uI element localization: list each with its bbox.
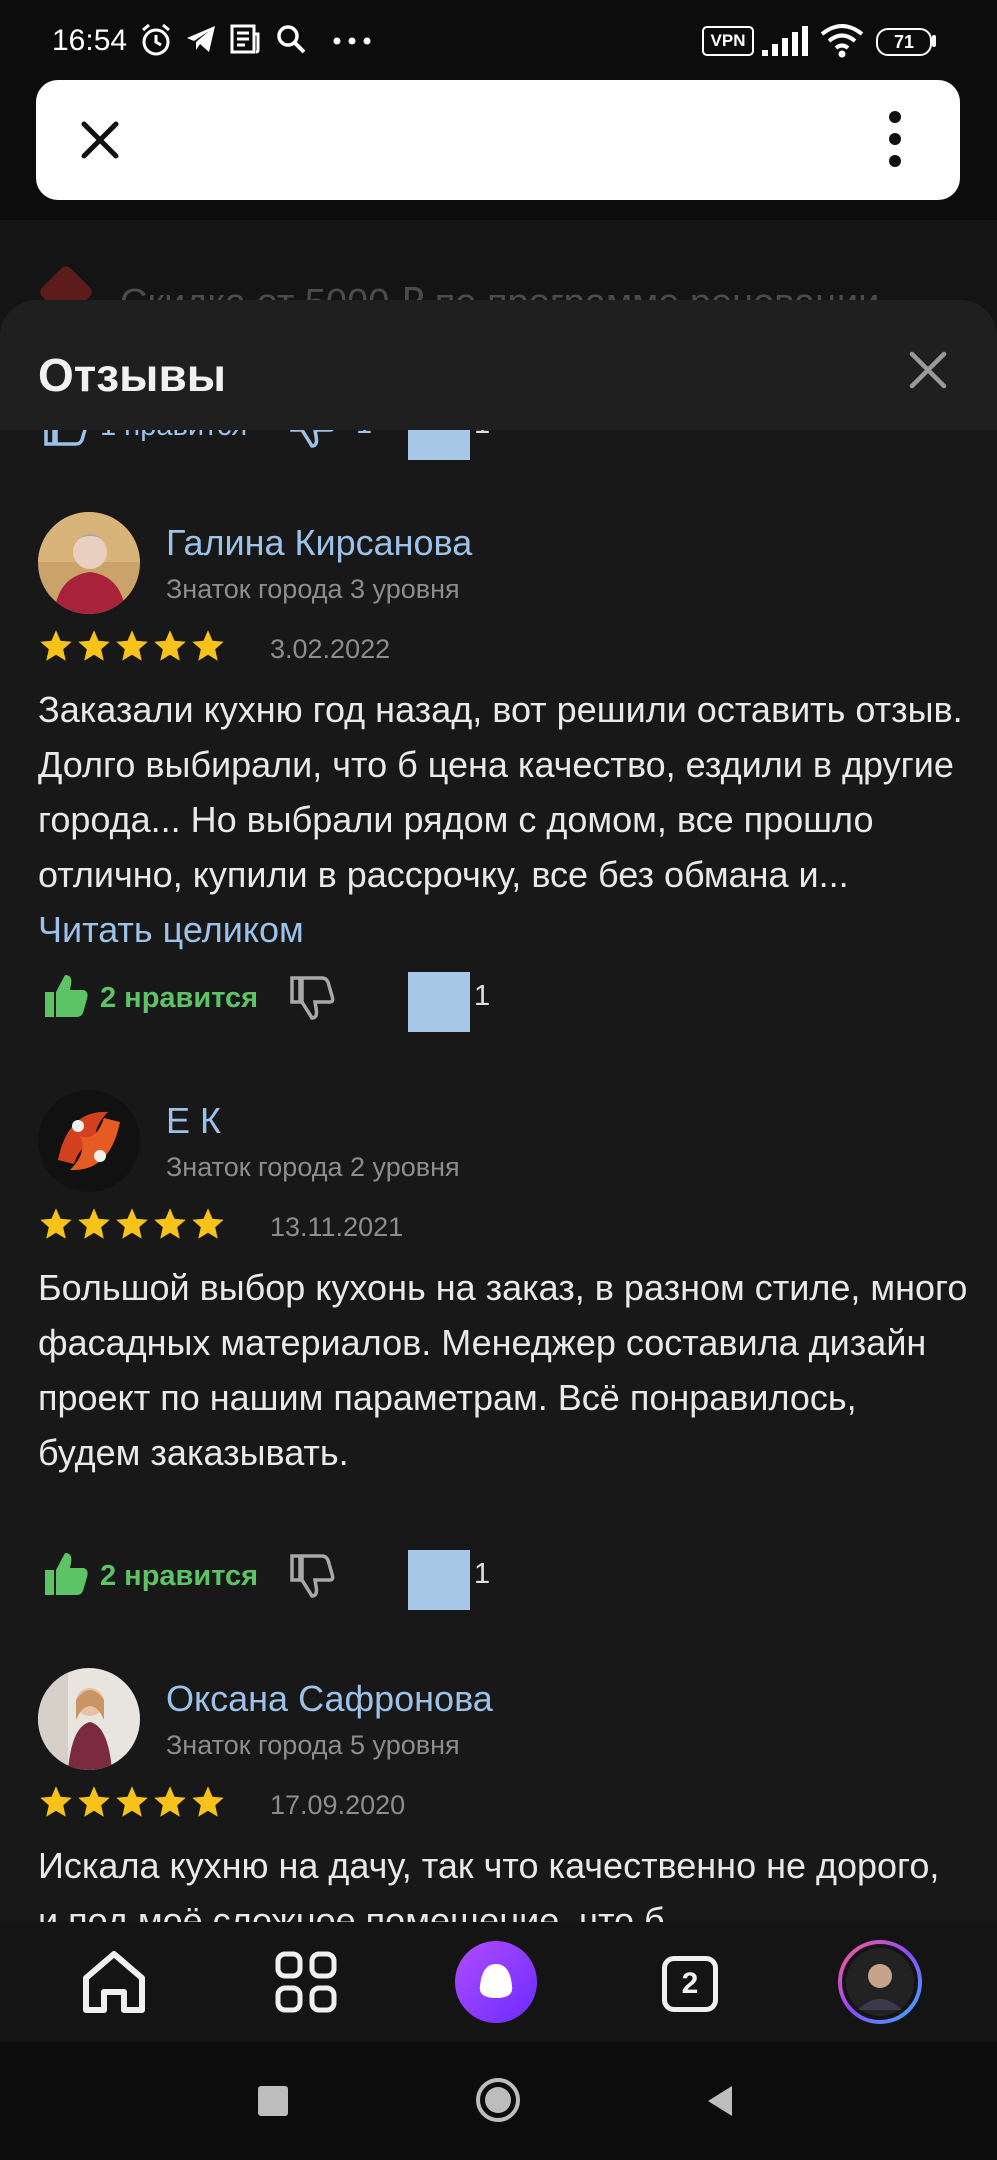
apps-grid-icon[interactable] [264,1940,348,2024]
like-count: 1 нравится [100,430,247,443]
star-icon [78,1208,110,1239]
review-author-level: Знаток города 5 уровня [166,1730,460,1760]
star-icon [78,1786,110,1817]
vpn-icon: VPN [702,26,754,56]
reviews-sheet: Отзывы 1 нравится 1 1 [0,300,997,1922]
status-time: 16:54 [52,24,128,57]
review-text: Большой выбор кухонь на заказ, в разном … [38,1267,968,1473]
close-icon[interactable] [80,120,120,160]
tabs-icon[interactable]: 2 [646,1940,730,2024]
like-icon[interactable] [42,972,90,1020]
like-count: 2 нравится [100,982,259,1014]
review-author[interactable]: Е К [166,1100,221,1142]
review-text: Заказали кухню год назад, вот решили ост… [38,682,968,957]
star-icon [154,630,186,661]
star-icon [78,630,110,661]
avatar[interactable] [38,1090,140,1192]
rating-stars [38,1206,226,1242]
news-icon [230,24,260,54]
star-icon [40,630,72,661]
home-button[interactable] [474,2076,522,2124]
profile-avatar-icon[interactable] [838,1940,922,2024]
like-count: 2 нравится [100,1560,259,1592]
dislike-icon[interactable] [288,1552,336,1600]
battery-tip [932,35,936,47]
dislike-icon[interactable] [288,430,336,450]
search-icon [277,25,306,54]
telegram-icon [187,26,215,52]
more-dots-icon [333,37,371,45]
signal-icon [762,26,808,56]
comment-icon[interactable] [408,430,470,460]
sheet-title: Отзывы [38,349,227,401]
alarm-icon [142,23,170,56]
review-author-level: Знаток города 3 уровня [166,574,460,604]
star-icon [192,1208,224,1239]
review-date: 13.11.2021 [270,1212,404,1242]
status-bar: 16:54 VPN 71 [0,0,997,80]
sheet-header: Отзывы [0,300,997,430]
star-icon [116,630,148,661]
reviews-list[interactable]: 1 нравится 1 1 Галина Кирсанова Знаток г… [0,430,997,1922]
alice-assistant-icon[interactable] [454,1940,538,2024]
star-icon [116,1786,148,1817]
like-icon[interactable] [42,1550,90,1598]
battery-icon: 71 [876,28,932,56]
star-icon [154,1786,186,1817]
rating-stars [38,1784,226,1820]
read-more-link[interactable]: Читать целиком [38,909,304,950]
star-icon [192,1786,224,1817]
comment-icon[interactable] [408,1550,470,1610]
comment-icon[interactable] [408,972,470,1032]
wifi-icon [820,24,864,58]
home-icon[interactable] [72,1940,156,2024]
review-actions-partial: 1 нравится 1 1 [38,430,938,460]
like-outline-icon[interactable] [42,430,90,448]
review-author-level: Знаток города 2 уровня [166,1152,460,1182]
review-text-body: Заказали кухню год назад, вот решили ост… [38,689,963,895]
review-actions: 2 нравится 1 [38,968,938,1032]
avatar[interactable] [38,1668,140,1770]
comment-count: 1 [474,430,490,441]
star-icon [40,1786,72,1817]
star-icon [116,1208,148,1239]
system-nav-bar [0,2042,997,2160]
browser-bottom-nav: 2 [0,1922,997,2042]
review-actions: 2 нравится 1 [38,1546,938,1610]
sheet-close-icon[interactable] [906,348,950,392]
comment-count: 1 [474,980,491,1012]
star-icon [154,1208,186,1239]
recents-button[interactable] [258,2086,288,2116]
tabs-count: 2 [662,1956,718,2012]
kebab-menu-icon[interactable] [888,110,902,168]
review-date: 17.09.2020 [270,1790,406,1820]
comment-count: 1 [474,1558,491,1590]
review-author[interactable]: Оксана Сафронова [166,1678,493,1720]
review-author[interactable]: Галина Кирсанова [166,522,472,564]
dislike-icon[interactable] [288,974,336,1022]
url-bar[interactable] [36,80,960,200]
avatar[interactable] [38,512,140,614]
back-button[interactable] [704,2084,736,2118]
rating-stars [38,628,226,664]
review-date: 3.02.2022 [270,634,391,664]
star-icon [192,630,224,661]
review-text: Искала кухню на дачу, так что качественн… [38,1845,940,1922]
dislike-count: 1 [356,430,372,441]
star-icon [40,1208,72,1239]
